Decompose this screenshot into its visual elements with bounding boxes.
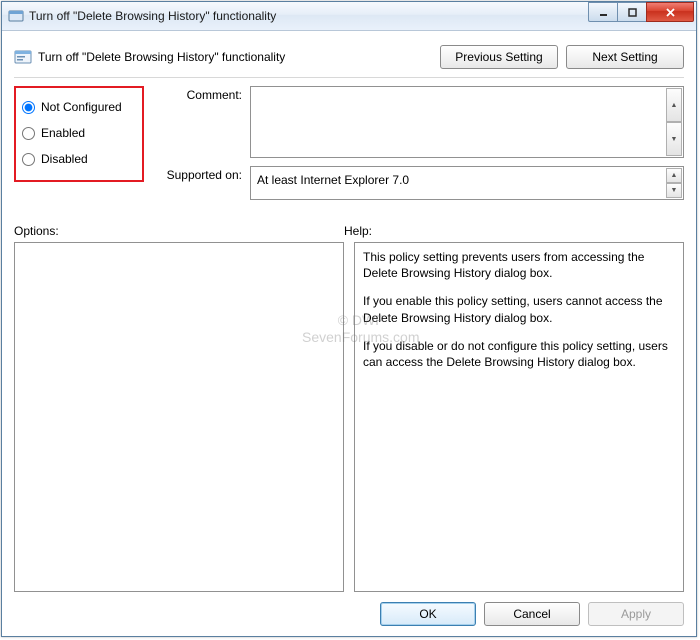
supported-scrollbar[interactable]: ▲ ▼ [666, 168, 682, 198]
help-heading: Help: [344, 224, 684, 238]
previous-setting-button[interactable]: Previous Setting [440, 45, 558, 69]
comment-row: Comment: ▲ ▼ [154, 86, 684, 158]
radio-enabled[interactable]: Enabled [20, 120, 138, 146]
comment-textarea[interactable]: ▲ ▼ [250, 86, 684, 158]
state-radio-group: Not Configured Enabled Disabled [14, 86, 144, 182]
options-heading: Options: [14, 224, 344, 238]
window-controls [589, 6, 694, 26]
minimize-button[interactable] [588, 2, 618, 22]
supported-on-box: At least Internet Explorer 7.0 ▲ ▼ [250, 166, 684, 200]
header-row: Turn off "Delete Browsing History" funct… [14, 41, 684, 73]
radio-disabled[interactable]: Disabled [20, 146, 138, 172]
policy-title: Turn off "Delete Browsing History" funct… [38, 50, 440, 64]
titlebar: Turn off "Delete Browsing History" funct… [2, 2, 696, 31]
right-column: Comment: ▲ ▼ Supported on: At least Inte… [154, 86, 684, 200]
ok-button[interactable]: OK [380, 602, 476, 626]
window-title: Turn off "Delete Browsing History" funct… [29, 9, 589, 23]
radio-enabled-input[interactable] [22, 127, 35, 140]
radio-not-configured-input[interactable] [22, 101, 35, 114]
comment-scrollbar[interactable]: ▲ ▼ [666, 88, 682, 156]
comment-label: Comment: [154, 86, 242, 158]
policy-icon [14, 48, 32, 66]
help-paragraph: This policy setting prevents users from … [363, 249, 675, 281]
supported-label: Supported on: [154, 166, 242, 200]
scroll-up-icon[interactable]: ▲ [666, 168, 682, 183]
nav-buttons: Previous Setting Next Setting [440, 45, 684, 69]
maximize-button[interactable] [617, 2, 647, 22]
help-panel: This policy setting prevents users from … [354, 242, 684, 592]
radio-label: Enabled [41, 126, 85, 140]
help-paragraph: If you disable or do not configure this … [363, 338, 675, 370]
window-body: Turn off "Delete Browsing History" funct… [2, 31, 696, 636]
cancel-button[interactable]: Cancel [484, 602, 580, 626]
panels-row: This policy setting prevents users from … [14, 242, 684, 592]
supported-row: Supported on: At least Internet Explorer… [154, 166, 684, 200]
radio-not-configured[interactable]: Not Configured [20, 94, 138, 120]
policy-editor-window: Turn off "Delete Browsing History" funct… [1, 1, 697, 637]
scroll-up-icon[interactable]: ▲ [666, 88, 682, 122]
top-grid: Not Configured Enabled Disabled Comment: [14, 86, 684, 200]
app-icon [8, 8, 24, 24]
radio-label: Not Configured [41, 100, 122, 114]
separator [14, 77, 684, 78]
scroll-down-icon[interactable]: ▼ [666, 183, 682, 198]
section-labels: Options: Help: [14, 224, 684, 238]
help-paragraph: If you enable this policy setting, users… [363, 293, 675, 325]
footer-buttons: OK Cancel Apply [14, 602, 684, 626]
scroll-down-icon[interactable]: ▼ [666, 122, 682, 156]
supported-on-value: At least Internet Explorer 7.0 [257, 171, 665, 187]
radio-label: Disabled [41, 152, 88, 166]
radio-disabled-input[interactable] [22, 153, 35, 166]
apply-button[interactable]: Apply [588, 602, 684, 626]
close-button[interactable] [646, 2, 694, 22]
next-setting-button[interactable]: Next Setting [566, 45, 684, 69]
options-panel [14, 242, 344, 592]
